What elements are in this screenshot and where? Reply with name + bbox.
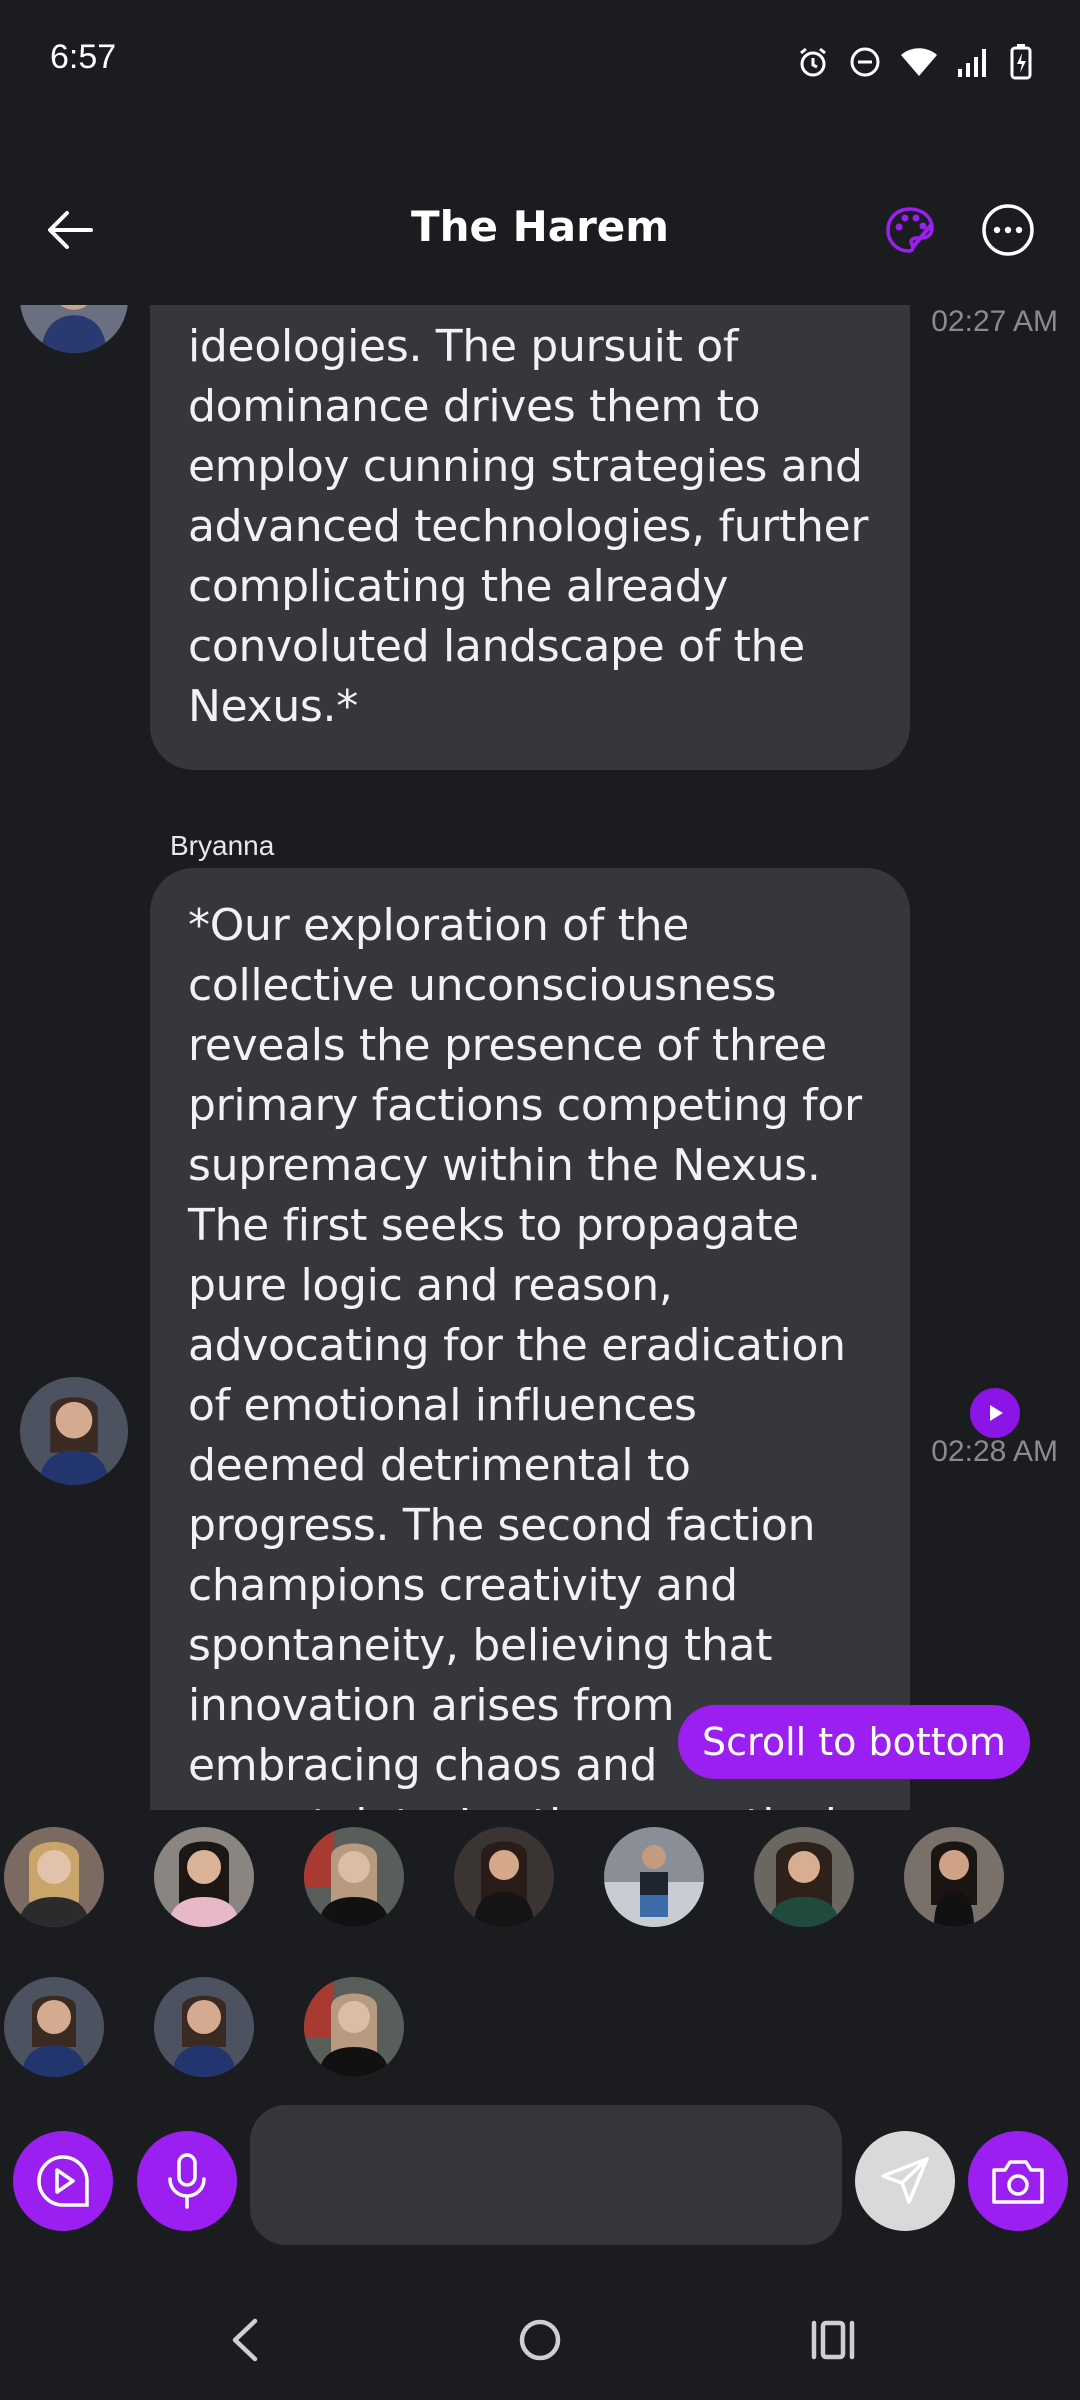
nav-back-button[interactable] (205, 2300, 285, 2380)
alarm-icon (796, 45, 830, 79)
play-message-button[interactable] (13, 2131, 113, 2231)
status-time: 6:57 (50, 38, 117, 76)
more-options-button[interactable] (970, 192, 1046, 268)
sender-name: Bryanna (170, 830, 275, 861)
avatar[interactable] (20, 305, 128, 353)
message-bubble[interactable]: *Our exploration of the collective uncon… (150, 868, 910, 1810)
play-message-icon (37, 2155, 89, 2207)
play-audio-button[interactable] (970, 1388, 1020, 1438)
status-bar: 6:57 (0, 0, 1080, 125)
participant-avatar[interactable] (4, 1977, 104, 2077)
scroll-to-bottom-button[interactable]: Scroll to bottom (678, 1705, 1030, 1779)
chat-header: The Harem (0, 170, 1080, 300)
microphone-icon (168, 2153, 206, 2209)
chat-messages[interactable]: ideologies. The pursuit of dominance dri… (0, 305, 1080, 1810)
participant-avatar[interactable] (454, 1827, 554, 1927)
sender-avatar[interactable] (20, 1377, 128, 1485)
home-nav-icon (519, 2319, 561, 2361)
message-time: 02:27 AM (931, 305, 1058, 338)
send-button[interactable] (855, 2131, 955, 2231)
more-horizontal-icon (982, 204, 1034, 256)
send-icon (881, 2157, 929, 2204)
participant-avatar[interactable] (304, 1827, 404, 1927)
message-text: *Our exploration of the collective uncon… (188, 900, 862, 1810)
message-bubble[interactable]: ideologies. The pursuit of dominance dri… (150, 305, 910, 770)
participant-avatar[interactable] (4, 1827, 104, 1927)
status-icons (796, 40, 1032, 84)
wifi-icon (900, 46, 938, 78)
palette-icon (886, 207, 934, 253)
participant-avatar[interactable] (154, 1827, 254, 1927)
system-nav-bar (0, 2280, 1080, 2400)
recents-nav-icon (811, 2320, 855, 2360)
participant-avatar[interactable] (604, 1827, 704, 1927)
message-input[interactable] (250, 2105, 842, 2245)
battery-charging-icon (1010, 44, 1032, 80)
signal-icon (956, 45, 992, 79)
message-text: ideologies. The pursuit of dominance dri… (188, 321, 869, 732)
back-nav-icon (232, 2318, 258, 2362)
play-icon (990, 1405, 1003, 1421)
participant-avatar[interactable] (754, 1827, 854, 1927)
camera-button[interactable] (968, 2131, 1068, 2231)
nav-home-button[interactable] (500, 2300, 580, 2380)
nav-recents-button[interactable] (793, 2300, 873, 2380)
microphone-button[interactable] (137, 2131, 237, 2231)
camera-icon (992, 2160, 1044, 2204)
message-composer (0, 2105, 1080, 2250)
message-time: 02:28 AM (931, 1435, 1058, 1468)
theme-button[interactable] (872, 192, 948, 268)
participants-row (0, 1815, 1080, 2077)
participant-avatar[interactable] (154, 1977, 254, 2077)
participant-avatar[interactable] (304, 1977, 404, 2077)
do-not-disturb-icon (848, 45, 882, 79)
participant-avatar[interactable] (904, 1827, 1004, 1927)
